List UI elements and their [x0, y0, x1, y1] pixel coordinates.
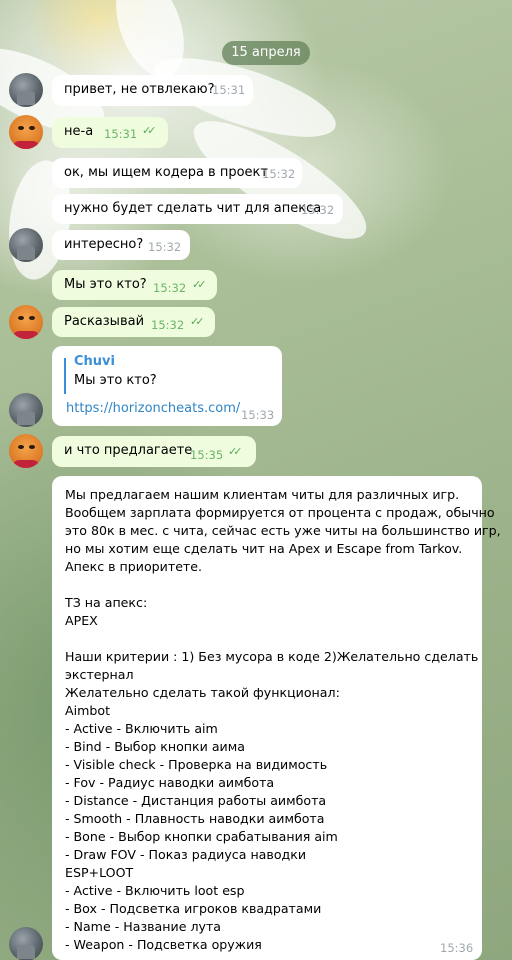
message-line: - Fov - Радиус наводки аимбота — [65, 775, 275, 790]
message-line: - Visible check - Проверка на видимость — [65, 757, 328, 772]
double-check-icon: ✓✓ — [142, 124, 157, 137]
message-line: Мы предлагаем нашим клиентам читы для ра… — [65, 487, 460, 502]
message-text: Мы это кто? — [64, 277, 147, 292]
message-text: ок, мы ищем кодера в проект — [64, 165, 268, 180]
message-time: 15:33 — [241, 408, 275, 422]
message-bubble[interactable]: нужно будет сделать чит для апекса 15:32 — [52, 194, 343, 224]
avatar[interactable] — [9, 228, 43, 262]
message-time: 15:31 — [104, 127, 138, 141]
message-line: это 80к в мес. с чита, сейчас есть уже ч… — [65, 523, 501, 538]
date-separator: 15 апреля — [222, 41, 310, 65]
message-bubble[interactable]: ок, мы ищем кодера в проект 15:32 — [52, 158, 302, 188]
message-time: 15:32 — [151, 318, 185, 332]
message-line: - Distance - Дистанция работы аимбота — [65, 793, 327, 808]
message-line: Апекс в приоритете. — [65, 559, 203, 574]
message-line: APEX — [65, 613, 98, 628]
message-text: нужно будет сделать чит для апекса — [64, 201, 322, 216]
message-line: Желательно сделать такой функционал: — [65, 685, 340, 700]
message-bubble[interactable]: и что предлагаете 15:35 ✓✓ — [52, 436, 256, 467]
message-text: Расказывай — [64, 314, 145, 329]
avatar[interactable] — [9, 115, 43, 149]
message-line: - Smooth - Плавность наводки аимбота — [65, 811, 325, 826]
message-text: интересно? — [64, 237, 144, 252]
message-time: 15:32 — [148, 240, 182, 254]
avatar[interactable] — [9, 434, 43, 468]
message-line: Aimbot — [65, 703, 111, 718]
message-bubble[interactable]: не-а 15:31 ✓✓ — [52, 117, 168, 148]
message-line — [65, 576, 470, 594]
message-text: и что предлагаете — [64, 443, 193, 458]
message-time: 15:36 — [440, 941, 474, 955]
message-line: экстернал — [65, 667, 134, 682]
message-line: ТЗ на апекс: — [65, 595, 148, 610]
message-time: 15:32 — [301, 203, 335, 217]
message-line: но мы хотим еще сделать чит на Apex и Es… — [65, 541, 463, 556]
message-line: - Active - Включить loot esp — [65, 883, 245, 898]
message-line: ESP+LOOT — [65, 865, 134, 880]
double-check-icon: ✓✓ — [192, 278, 207, 291]
double-check-icon: ✓✓ — [228, 445, 243, 458]
message-time: 15:32 — [262, 167, 296, 181]
message-line: - Active - Включить aim — [65, 721, 218, 736]
message-bubble[interactable]: Расказывай 15:32 ✓✓ — [52, 307, 215, 337]
message-line: Наши критерии : 1) Без мусора в коде 2)Ж… — [65, 649, 479, 664]
reply-quote-text[interactable]: Мы это кто? — [74, 372, 157, 390]
avatar[interactable] — [9, 393, 43, 427]
message-bubble[interactable]: Мы предлагаем нашим клиентам читы для ра… — [52, 476, 501, 960]
message-line: - Bind - Выбор кнопки аима — [65, 739, 245, 754]
double-check-icon: ✓✓ — [190, 315, 205, 328]
message-time: 15:31 — [212, 83, 246, 97]
message-line: - Name - Название лута — [65, 919, 222, 934]
message-bubble[interactable]: привет, не отвлекаю? 15:31 — [52, 75, 253, 106]
message-text: привет, не отвлекаю? — [64, 82, 215, 97]
reply-quote-author[interactable]: Chuvi — [74, 353, 115, 371]
message-bubble[interactable]: Мы это кто? 15:32 ✓✓ — [52, 270, 217, 300]
message-line: - Box - Подсветка игроков квадратами — [65, 901, 322, 916]
message-link[interactable]: https://horizoncheats.com/ — [66, 400, 240, 418]
reply-quote-bar — [64, 358, 66, 394]
message-line: - Weapon - Подсветка оружия — [65, 937, 262, 952]
message-time: 15:35 — [190, 448, 224, 462]
avatar[interactable] — [9, 305, 43, 339]
message-line — [65, 630, 470, 648]
avatar[interactable] — [9, 927, 43, 960]
message-bubble[interactable]: Chuvi Мы это кто? https://horizoncheats.… — [52, 346, 282, 426]
message-line: Вообщем зарплата формируется от процента… — [65, 505, 495, 520]
message-line: - Bone - Выбор кнопки срабатывания aim — [65, 829, 338, 844]
message-text: Мы предлагаем нашим клиентам читы для ра… — [65, 486, 501, 954]
message-line: - Draw FOV - Показ радиуса наводки — [65, 847, 307, 862]
avatar[interactable] — [9, 73, 43, 107]
message-bubble[interactable]: интересно? 15:32 — [52, 230, 190, 260]
message-text: не-а — [64, 124, 94, 139]
message-time: 15:32 — [153, 281, 187, 295]
